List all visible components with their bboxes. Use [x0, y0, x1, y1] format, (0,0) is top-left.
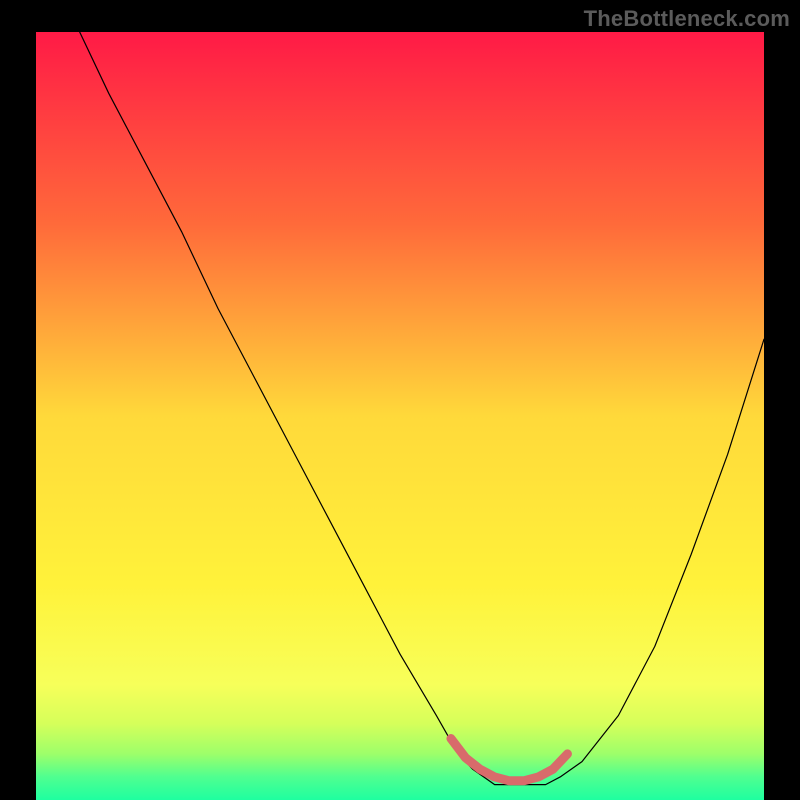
- gradient-background: [36, 32, 764, 800]
- plot-area: [36, 32, 764, 800]
- watermark-text: TheBottleneck.com: [584, 6, 790, 32]
- plot-svg: [36, 32, 764, 800]
- chart-container: TheBottleneck.com: [0, 0, 800, 800]
